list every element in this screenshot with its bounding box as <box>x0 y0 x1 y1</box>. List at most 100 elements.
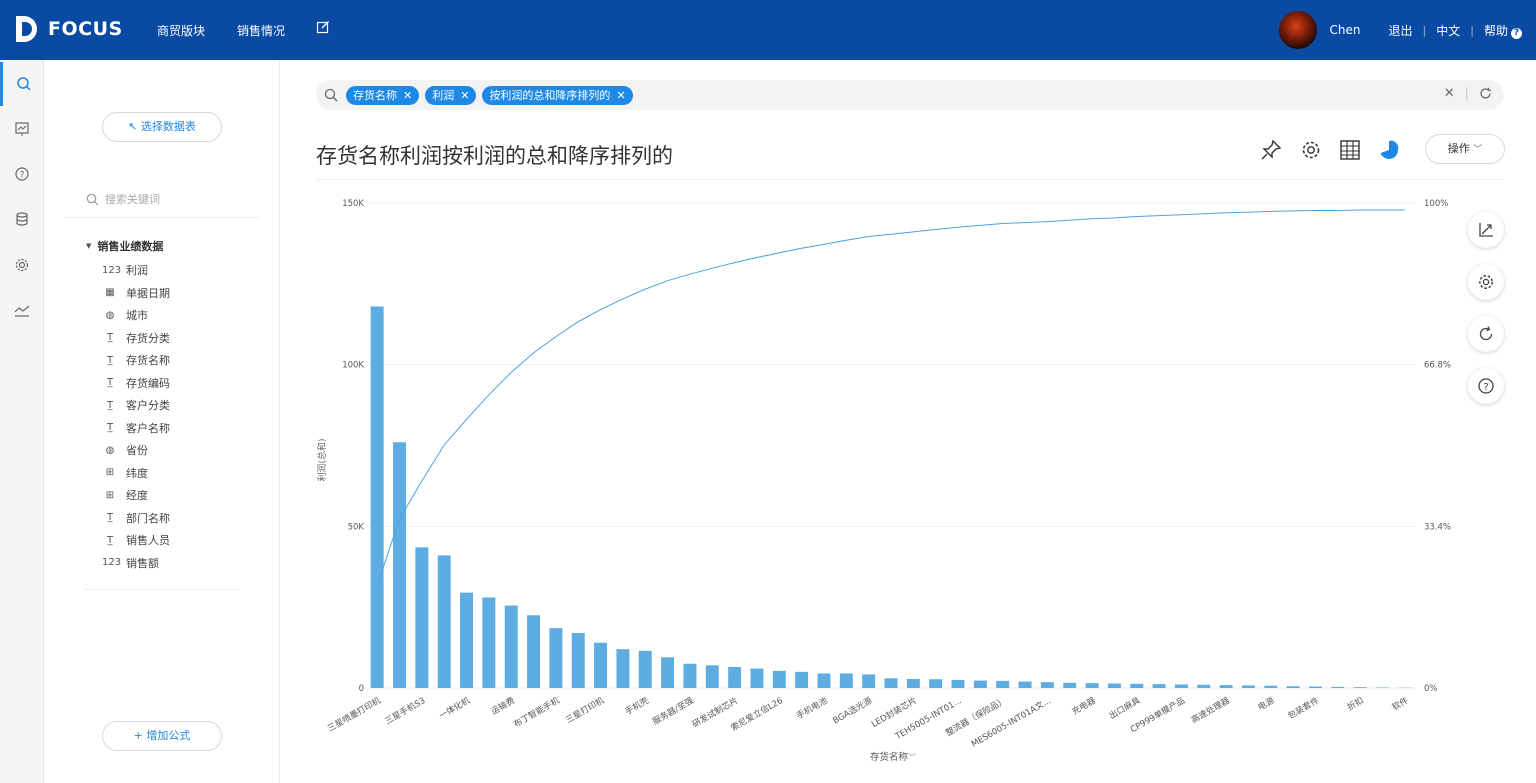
edit-icon[interactable] <box>316 20 330 37</box>
svg-text:?: ? <box>1483 382 1488 393</box>
divider <box>84 589 240 590</box>
bar <box>638 650 652 688</box>
bar <box>1197 684 1211 688</box>
bar <box>683 663 697 688</box>
x-tick-label: 运输费 <box>489 695 517 718</box>
field-item[interactable]: T̲ 销售人员 <box>102 531 170 549</box>
number-icon: 123 <box>102 264 122 276</box>
field-item[interactable]: T̲ 存货分类 <box>102 329 170 347</box>
field-label: 经度 <box>126 489 148 502</box>
select-table-button[interactable]: ↖ 选择数据表 <box>102 112 222 142</box>
y-tick-label: 150K <box>342 199 364 209</box>
logout-link[interactable]: 退出 <box>1389 22 1413 39</box>
globe-icon: ◍ <box>105 309 115 321</box>
field-item[interactable]: T̲ 部门名称 <box>102 509 170 527</box>
bar <box>1130 683 1144 688</box>
nav-commerce[interactable]: 商贸版块 <box>157 22 205 39</box>
gear-icon[interactable] <box>1300 139 1322 161</box>
reset-icon[interactable] <box>1468 316 1504 352</box>
user-name[interactable]: Chen <box>1330 23 1361 37</box>
board-icon[interactable] <box>0 107 44 151</box>
answer-title: 存货名称利润按利润的总和降序排列的 <box>316 144 673 168</box>
field-item[interactable]: ◍ 城市 <box>102 306 148 324</box>
map-icon: ⊞ <box>105 467 115 478</box>
search-nav-icon[interactable] <box>0 62 44 106</box>
tree-group-sales[interactable]: ▼ 销售业绩数据 <box>86 238 163 254</box>
question-icon[interactable]: ? <box>1468 368 1504 404</box>
bar <box>1018 681 1032 688</box>
field-label: 客户名称 <box>126 421 170 435</box>
query-chip[interactable]: 利润 ✕ <box>425 86 477 105</box>
help-circle-icon[interactable]: ? <box>0 152 44 196</box>
query-chip[interactable]: 按利润的总和降序排列的 ✕ <box>482 86 633 105</box>
x-tick-label: 出口麻具 <box>1107 695 1142 722</box>
x-tick-label: 电源 <box>1256 695 1277 713</box>
bar <box>1331 686 1345 688</box>
bar <box>370 306 384 688</box>
bar <box>527 615 541 688</box>
nav-sales[interactable]: 销售情况 <box>237 22 285 39</box>
operations-dropdown[interactable]: 操作 ﹀ <box>1425 134 1505 164</box>
bar <box>661 657 675 688</box>
field-item[interactable]: T̲ 客户名称 <box>102 419 170 437</box>
table-icon[interactable] <box>1339 139 1361 161</box>
trend-icon[interactable] <box>0 288 44 332</box>
pie-chart-icon[interactable] <box>1378 139 1400 161</box>
field-item[interactable]: ◍ 省份 <box>102 441 148 459</box>
side-search[interactable]: 搜索关键词 <box>86 188 260 210</box>
separator: | <box>1464 86 1469 101</box>
x-tick-label: 软件 <box>1390 695 1411 713</box>
refresh-icon[interactable] <box>1479 87 1492 100</box>
query-search-bar[interactable]: 存货名称 ✕ 利润 ✕ 按利润的总和降序排列的 ✕ ✕ | <box>316 80 1504 110</box>
group-title: 销售业绩数据 <box>97 240 164 253</box>
field-item[interactable]: ⊞ 纬度 <box>102 464 148 482</box>
field-label: 客户分类 <box>126 399 170 412</box>
text-type-icon: T̲ <box>106 332 114 343</box>
field-label: 存货名称 <box>126 354 170 367</box>
help-link[interactable]: 帮助? <box>1484 22 1522 39</box>
close-icon[interactable]: ✕ <box>616 86 625 105</box>
axis-icon[interactable] <box>1468 212 1504 248</box>
x-tick-label: MES6005-INT01A文... <box>969 695 1053 750</box>
field-item[interactable]: 123 销售额 <box>102 554 159 572</box>
avatar[interactable] <box>1277 10 1318 50</box>
bar <box>772 670 786 688</box>
settings-icon[interactable] <box>0 243 44 287</box>
field-item[interactable]: T̲ 存货名称 <box>102 351 170 369</box>
database-icon[interactable] <box>0 197 44 241</box>
query-chip[interactable]: 存货名称 ✕ <box>346 86 420 105</box>
y2-tick-label: 66.8% <box>1424 361 1451 371</box>
close-icon[interactable]: ✕ <box>460 86 469 105</box>
add-formula-button[interactable]: + 增加公式 <box>102 721 222 751</box>
search-placeholder: 搜索关键词 <box>105 193 160 206</box>
x-tick-label: 服务器/至强 <box>651 695 696 727</box>
separator: | <box>1470 23 1474 37</box>
data-side-panel: ↖ 选择数据表 搜索关键词 ▼ 销售业绩数据 123 利润 ▦ 单据日期 ◍ 城市 T̲ 存货… <box>44 60 280 783</box>
chevron-down-icon: ﹀ <box>908 753 916 762</box>
x-tick-label: 一体化机 <box>437 695 472 722</box>
help-label: 帮助 <box>1483 23 1508 38</box>
field-label: 存货编码 <box>126 376 170 390</box>
field-item[interactable]: T̲ 客户分类 <box>102 396 170 414</box>
text-type-icon: T̲ <box>106 354 114 366</box>
bar <box>750 668 764 688</box>
field-item[interactable]: T̲ 存货编码 <box>102 374 170 392</box>
divider <box>64 217 260 218</box>
x-tick-label: 包装套件 <box>1286 695 1321 722</box>
x-axis-title: 存货名称 <box>870 751 909 763</box>
field-label: 省份 <box>126 444 148 457</box>
caret-down-icon: ▼ <box>86 242 92 250</box>
field-item[interactable]: 123 利润 <box>102 261 148 279</box>
field-item[interactable]: ▦ 单据日期 <box>102 284 170 302</box>
pin-icon[interactable] <box>1260 139 1282 161</box>
bar <box>973 680 987 688</box>
close-icon[interactable]: ✕ <box>403 86 412 105</box>
clear-icon[interactable]: ✕ <box>1444 86 1455 101</box>
globe-icon: ◍ <box>105 444 115 456</box>
language-switch[interactable]: 中文 <box>1436 22 1460 39</box>
logo[interactable]: FOCUS <box>14 14 123 44</box>
chart-settings-icon[interactable] <box>1468 264 1504 300</box>
cumulative-line <box>376 209 1405 586</box>
bar <box>460 592 474 688</box>
field-item[interactable]: ⊞ 经度 <box>102 486 148 504</box>
